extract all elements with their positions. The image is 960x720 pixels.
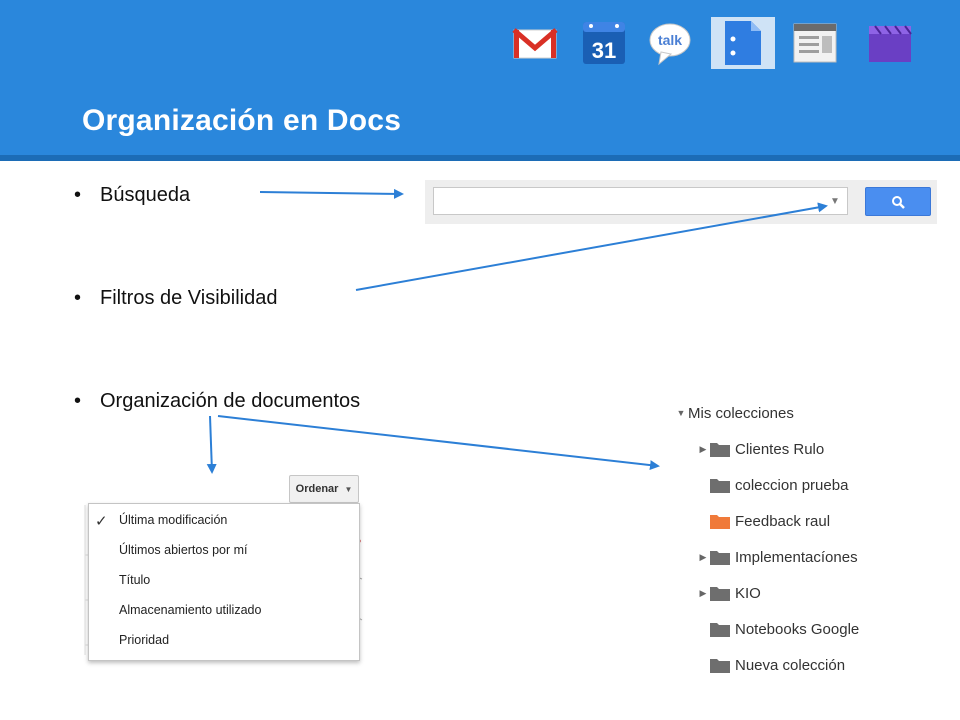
check-icon: ✓ — [95, 513, 108, 530]
folder-icon — [710, 658, 730, 673]
expand-arrow-icon[interactable]: ▶ — [696, 552, 710, 563]
docs-icon[interactable] — [711, 17, 775, 69]
arrow-to-sort-menu — [206, 415, 217, 474]
header-divider — [0, 155, 960, 161]
calendar-icon[interactable]: 31 — [581, 20, 627, 66]
talk-icon-label: talk — [658, 32, 682, 48]
sort-option-priority[interactable]: Prioridad — [89, 628, 359, 658]
collection-item[interactable]: Feedback raul — [696, 504, 830, 538]
collapse-arrow-icon[interactable]: ▼ — [674, 408, 688, 418]
collection-label: Clientes Rulo — [735, 440, 825, 458]
slide-title: Organización en Docs — [82, 104, 402, 137]
folder-icon — [710, 514, 730, 529]
collection-label: Nueva colección — [735, 656, 846, 674]
sort-option-storage[interactable]: Almacenamiento utilizado — [89, 598, 359, 628]
search-button[interactable] — [865, 187, 931, 216]
caret-down-icon[interactable]: ▼ — [828, 195, 842, 209]
folder-icon — [710, 550, 730, 565]
collection-item[interactable]: Notebooks Google — [696, 612, 859, 646]
sort-option-label: Título — [119, 573, 151, 587]
folder-icon — [710, 442, 730, 457]
expand-arrow-icon[interactable]: ▶ — [696, 444, 710, 455]
chevron-down-icon: ▼ — [344, 484, 353, 494]
bullet-visibility-filters: • Filtros de Visibilidad — [74, 287, 278, 310]
calendar-icon-label: 31 — [592, 38, 616, 63]
collection-label: Implementacíones — [735, 548, 858, 566]
collection-item[interactable]: ▶ Clientes Rulo — [696, 432, 825, 466]
collection-item[interactable]: Nueva colección — [696, 648, 845, 682]
expand-arrow-icon[interactable]: ▶ — [696, 588, 710, 599]
bullet-text: Búsqueda — [100, 184, 191, 206]
bullet-document-organization: • Organización de documentos — [74, 390, 360, 413]
sort-option-label: Últimos abiertos por mí — [119, 543, 248, 557]
arrow-to-search — [259, 188, 404, 199]
collection-root-label: Mis colecciones — [688, 404, 794, 422]
order-button[interactable]: Ordenar ▼ — [289, 475, 359, 503]
collection-label: KIO — [735, 584, 761, 602]
collection-item[interactable]: coleccion prueba — [696, 468, 848, 502]
bullet-search: • Búsqueda — [74, 184, 190, 207]
folder-icon — [710, 478, 730, 493]
search-input[interactable] — [433, 187, 848, 215]
sort-option-last-modified[interactable]: ✓ Última modificación — [89, 508, 359, 538]
sort-option-label: Prioridad — [119, 633, 170, 647]
sort-option-title[interactable]: Título — [89, 568, 359, 598]
folder-icon — [710, 622, 730, 637]
bullet-dot: • — [74, 287, 82, 309]
order-button-label: Ordenar — [295, 483, 339, 495]
bullet-text: Filtros de Visibilidad — [100, 287, 278, 309]
magnifier-icon — [892, 196, 905, 209]
bullet-dot: • — [74, 390, 82, 412]
arrow-to-collections — [217, 415, 660, 471]
video-icon[interactable] — [867, 20, 913, 66]
sort-option-label: Última modificación — [119, 513, 228, 527]
sort-option-last-opened[interactable]: Últimos abiertos por mí — [89, 538, 359, 568]
collection-label: Notebooks Google — [735, 620, 860, 638]
gmail-icon[interactable] — [512, 20, 558, 66]
bullet-text: Organización de documentos — [100, 390, 361, 412]
sort-option-label: Almacenamiento utilizado — [119, 603, 262, 617]
collection-item[interactable]: ▶ KIO — [696, 576, 761, 610]
collection-label: coleccion prueba — [735, 476, 849, 494]
folder-icon — [710, 586, 730, 601]
collection-label: Feedback raul — [735, 512, 831, 530]
sort-menu: ✓ Última modificación Últimos abiertos p… — [88, 503, 360, 661]
bullet-dot: • — [74, 184, 82, 206]
talk-icon[interactable]: talk — [647, 20, 693, 66]
sites-icon[interactable] — [792, 20, 838, 66]
collection-root[interactable]: ▼ Mis colecciones — [674, 396, 794, 430]
collection-item[interactable]: ▶ Implementacíones — [696, 540, 858, 574]
